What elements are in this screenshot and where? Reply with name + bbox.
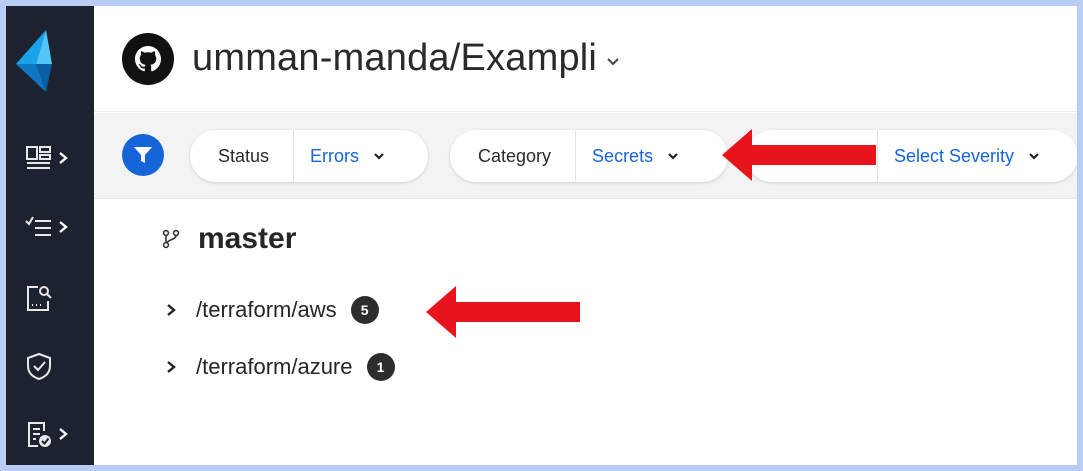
sidebar-item-security[interactable] (24, 346, 86, 386)
sidebar-item-reports[interactable] (24, 414, 86, 454)
category-filter-label: Category (450, 130, 577, 182)
category-filter-value: Secrets (592, 145, 654, 166)
issue-count-badge: 5 (350, 296, 379, 324)
page-header: umman-manda/Exampli (94, 6, 1077, 112)
chevron-down-icon[interactable] (605, 54, 621, 70)
sidebar-item-list[interactable] (24, 207, 86, 247)
branch-header: master (160, 222, 296, 256)
chevron-down-icon (374, 153, 384, 160)
annotation-arrow (426, 286, 580, 338)
chevron-right-icon (167, 361, 176, 373)
sidebar (6, 6, 94, 465)
filter-bar: Status Errors Category Secrets Select Se… (94, 113, 1077, 199)
tree-row-path: /terraform/azure (196, 354, 353, 379)
tree-row-path: /terraform/aws (196, 297, 337, 322)
app-logo-icon[interactable] (12, 26, 62, 96)
screenshot-frame: umman-manda/Exampli Status Errors Catego… (0, 0, 1083, 471)
status-filter-dropdown[interactable]: Errors (294, 130, 397, 182)
chevron-right-icon (59, 221, 68, 233)
list-icon (25, 216, 51, 236)
repo-title: umman-manda/Exampli (192, 37, 598, 79)
sidebar-item-search-document[interactable] (24, 278, 86, 318)
git-branch-icon (162, 229, 180, 249)
tree-row[interactable]: /terraform/aws 5 (164, 296, 379, 324)
tree-row[interactable]: /terraform/azure 1 (164, 353, 395, 381)
chevron-right-icon (59, 152, 68, 164)
severity-filter-dropdown[interactable]: Select Severity (878, 130, 1052, 182)
status-filter-value: Errors (310, 145, 360, 166)
chevron-right-icon (167, 304, 176, 316)
funnel-icon (134, 147, 152, 163)
resource-tree: master /terraform/aws 5 /terraform/azure… (94, 200, 1077, 465)
filter-button[interactable] (122, 134, 164, 176)
github-icon (122, 32, 174, 85)
chevron-down-icon (1029, 153, 1039, 160)
chevron-down-icon (668, 153, 678, 160)
status-filter: Status Errors (190, 130, 428, 182)
report-check-icon (28, 422, 51, 447)
category-filter: Category Secrets (450, 130, 728, 182)
dashboard-icon (26, 146, 51, 169)
severity-filter-value: Select Severity (894, 145, 1015, 166)
annotation-arrow (722, 129, 876, 181)
category-filter-dropdown[interactable]: Secrets (576, 130, 691, 182)
branch-name: master (198, 222, 297, 255)
issue-count-badge: 1 (366, 353, 395, 381)
chevron-right-icon (59, 428, 68, 440)
shield-check-icon (27, 352, 51, 381)
status-filter-label: Status (190, 130, 295, 182)
search-document-icon (27, 286, 52, 311)
sidebar-item-dashboard[interactable] (24, 138, 86, 178)
